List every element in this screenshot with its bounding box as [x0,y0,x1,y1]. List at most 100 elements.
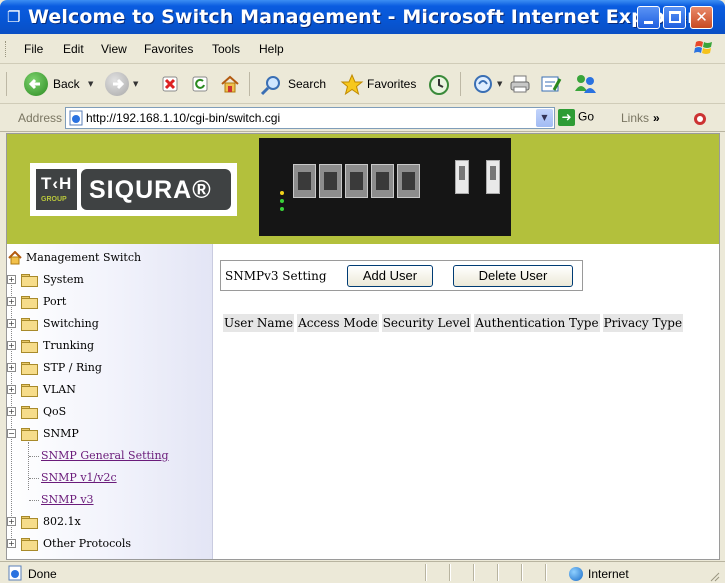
zone-label: Internet [588,567,629,581]
tree-item-trunking[interactable]: + Trunking [7,336,213,356]
tree-item-vlan[interactable]: + VLAN [7,380,213,400]
led-indicator-icon [280,191,284,211]
rj45-port-icon [397,164,420,198]
snmp-v1v2c-link[interactable]: SNMP v1/v2c [41,471,117,484]
page-viewport: T‹H GROUP SIQURA® Management Switch + Sy… [6,133,720,560]
menu-grip[interactable] [5,41,8,57]
menu-help[interactable]: Help [259,42,284,56]
tree-subitem-snmp-general[interactable]: SNMP General Setting [7,446,213,466]
stop-icon[interactable] [162,76,178,92]
resize-grip-icon[interactable] [708,570,720,582]
status-separator [521,564,522,581]
tree-subitem-snmp-v3[interactable]: SNMP v3 [7,490,213,510]
menu-file[interactable]: File [24,42,43,56]
address-url[interactable]: http://192.168.1.10/cgi-bin/switch.cgi [86,111,280,125]
refresh-icon[interactable] [192,76,208,92]
expand-plus-icon[interactable]: + [7,297,16,306]
forward-dropdown-icon[interactable]: ▼ [133,80,138,88]
tree-item-other-protocols[interactable]: + Other Protocols [7,534,213,554]
delete-user-button[interactable]: Delete User [453,265,573,287]
tree-item-snmp[interactable]: − SNMP [7,424,213,444]
tree-item-label[interactable]: Port [43,295,66,308]
favorites-star-icon[interactable] [340,73,364,97]
menu-edit[interactable]: Edit [63,42,84,56]
expand-plus-icon[interactable]: + [7,275,16,284]
expand-plus-icon[interactable]: + [7,319,16,328]
add-user-button[interactable]: Add User [347,265,433,287]
tree-item-stp-ring[interactable]: + STP / Ring [7,358,213,378]
status-separator [545,564,546,581]
minimize-button[interactable] [637,6,660,29]
window-title: Welcome to Switch Management - Microsoft… [28,6,697,28]
tree-item-label[interactable]: QoS [43,405,66,418]
menu-view[interactable]: View [101,42,127,56]
tree-item-8021x[interactable]: + 802.1x [7,512,213,532]
address-bar: Address http://192.168.1.10/cgi-bin/swit… [0,104,725,132]
tree-guide-line [29,456,39,457]
mail-dropdown-icon[interactable]: ▼ [497,80,502,88]
snmp-general-setting-link[interactable]: SNMP General Setting [41,449,169,462]
expand-plus-icon[interactable]: + [7,341,16,350]
links-toolbar[interactable]: Links» [621,111,660,125]
tree-item-qos[interactable]: + QoS [7,402,213,422]
address-field[interactable]: http://192.168.1.10/cgi-bin/switch.cgi ▼ [65,107,555,129]
menu-tools[interactable]: Tools [212,42,240,56]
column-header: User Name [222,313,296,333]
status-bar: Done Internet [0,561,725,583]
favorites-button-label[interactable]: Favorites [367,77,416,91]
search-icon[interactable] [260,74,282,96]
minimize-icon [644,21,653,24]
toolbar-grip [6,72,7,96]
expand-plus-icon[interactable]: + [7,407,16,416]
security-zone[interactable]: Internet [569,567,629,581]
expand-plus-icon[interactable]: + [7,517,16,526]
th-group-logo: T‹H GROUP [36,169,77,210]
column-header: Privacy Type [601,313,685,333]
expand-plus-icon[interactable]: + [7,539,16,548]
home-icon[interactable] [220,74,240,94]
snmp-v3-link[interactable]: SNMP v3 [41,493,94,506]
tree-item-port[interactable]: + Port [7,292,213,312]
tree-item-label[interactable]: Other Protocols [43,537,131,550]
title-bar[interactable]: ❐ Welcome to Switch Management - Microso… [0,0,725,34]
print-icon[interactable] [509,74,531,94]
tree-item-label[interactable]: VLAN [43,383,76,396]
snmpv3-setting-panel: SNMPv3 Setting Add User Delete User [220,260,583,291]
history-icon[interactable] [428,74,450,96]
folder-icon [21,274,38,287]
close-button[interactable]: ✕ [690,6,713,29]
tree-subitem-snmp-v1v2c[interactable]: SNMP v1/v2c [7,468,213,488]
back-arrow-icon[interactable] [24,72,48,96]
toolbar-separator [460,72,461,96]
logo-brand-text: SIQURA® [89,176,212,204]
maximize-button[interactable] [663,6,686,29]
back-dropdown-icon[interactable]: ▼ [88,80,93,88]
menu-favorites[interactable]: Favorites [144,42,193,56]
address-dropdown-icon[interactable]: ▼ [536,109,553,127]
windows-logo-icon [694,41,712,54]
tree-item-system[interactable]: + System [7,270,213,290]
forward-arrow-icon[interactable] [105,72,129,96]
expand-plus-icon[interactable]: + [7,385,16,394]
tree-item-switching[interactable]: + Switching [7,314,213,334]
tree-item-label[interactable]: SNMP [43,427,79,440]
tree-item-label[interactable]: 802.1x [43,515,81,528]
folder-icon [21,538,38,551]
address-label: Address [18,111,63,125]
expand-plus-icon[interactable]: + [7,363,16,372]
tree-item-label[interactable]: STP / Ring [43,361,102,374]
collapse-minus-icon[interactable]: − [7,429,16,438]
back-button-label[interactable]: Back [53,77,80,91]
tree-root[interactable]: Management Switch [7,248,213,268]
tree-item-label[interactable]: Switching [43,317,99,330]
search-button-label[interactable]: Search [288,77,326,91]
tree-item-label[interactable]: Trunking [43,339,94,352]
tree-item-label[interactable]: System [43,273,84,286]
mail-icon[interactable] [472,74,494,94]
close-icon: ✕ [695,8,708,26]
edit-icon[interactable] [540,74,562,94]
toolbar-extension-icon[interactable] [692,111,708,127]
go-button[interactable]: ➜ Go [558,109,594,126]
folder-icon [21,340,38,353]
messenger-icon[interactable] [572,73,598,95]
